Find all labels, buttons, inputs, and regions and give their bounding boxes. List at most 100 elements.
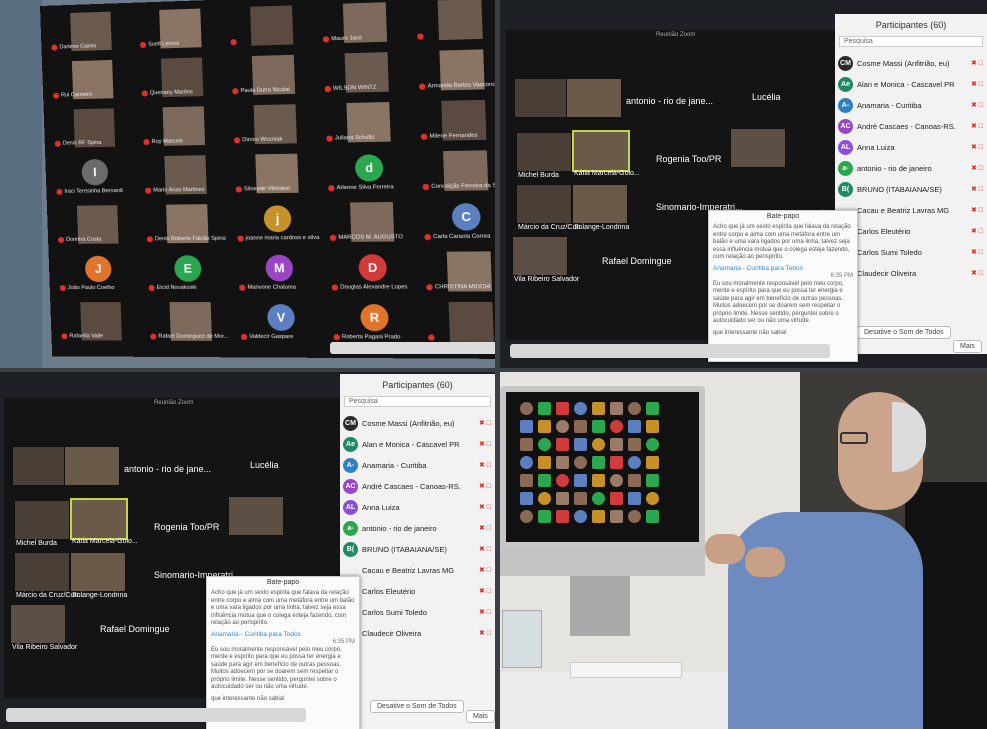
monitor-stand bbox=[570, 576, 630, 636]
muted-mic-icon[interactable]: ✖ □ bbox=[971, 227, 983, 235]
mini-video-tile bbox=[520, 510, 533, 523]
muted-mic-icon[interactable]: ✖ □ bbox=[479, 566, 491, 574]
muted-mic-icon bbox=[422, 183, 430, 191]
muted-mic-icon[interactable]: ✖ □ bbox=[479, 524, 491, 532]
participant-avatar: E bbox=[173, 255, 202, 282]
participant-row[interactable]: Ae Alan e Monica - Cascavel PR ✖ □ bbox=[340, 434, 495, 455]
more-button[interactable]: Mais bbox=[466, 710, 495, 723]
mute-all-button[interactable]: Desative o Som de Todos bbox=[370, 700, 464, 713]
mini-video-tile bbox=[574, 510, 587, 523]
participant-name: Denis RF Spina bbox=[62, 139, 102, 147]
video-tile bbox=[14, 500, 70, 540]
participant-name: Carla Caraola Correa bbox=[433, 233, 491, 241]
gallery-tile: j joanne maria cardoso e silva bbox=[236, 201, 322, 249]
gallery-tile: Darlene Caires bbox=[50, 9, 132, 58]
participant-row[interactable]: a-antonio - rio de janeiro ✖ □ bbox=[835, 158, 987, 179]
gallery-tile: Dorinha Costa bbox=[57, 203, 139, 250]
muted-mic-icon bbox=[331, 284, 339, 291]
mac-dock bbox=[510, 344, 830, 358]
muted-mic-icon[interactable]: ✖ □ bbox=[479, 419, 491, 427]
participant-row[interactable]: Carlos Sumi Toledo ✖ □ bbox=[340, 602, 495, 623]
window-title: Reunião Zoom bbox=[154, 400, 194, 406]
mute-all-button[interactable]: Desative o Som de Todos bbox=[857, 326, 951, 339]
muted-mic-icon bbox=[143, 138, 150, 146]
muted-mic-icon[interactable]: ✖ □ bbox=[479, 461, 491, 469]
muted-mic-icon[interactable]: ✖ □ bbox=[971, 248, 983, 256]
muted-mic-icon[interactable]: ✖ □ bbox=[479, 482, 491, 490]
participant-name: Armanda Bartos Vasconcelos bbox=[427, 81, 495, 90]
muted-mic-icon[interactable]: ✖ □ bbox=[971, 80, 983, 88]
participants-search-input[interactable]: Pesquisa bbox=[344, 396, 491, 407]
participant-name: antonio - rio de janeiro bbox=[362, 524, 437, 533]
muted-mic-icon bbox=[230, 39, 237, 46]
zoom-gallery-screen: Darlene Caires Suell Lemos Mauro Jacó Rui C… bbox=[40, 0, 495, 360]
participant-row[interactable]: Ae Alan e Monica - Cascavel PR ✖ □ bbox=[835, 74, 987, 95]
mini-video-tile bbox=[646, 420, 659, 433]
muted-mic-icon bbox=[139, 41, 147, 49]
tile-name: Rafael Domingue bbox=[602, 256, 672, 266]
mac-dock bbox=[330, 342, 495, 354]
participant-row[interactable]: AC André Cascaes - Canoas-RS. ✖ □ bbox=[340, 476, 495, 497]
chat-window: Bate-papo Acho que já um sexto espirita … bbox=[206, 576, 360, 729]
participant-name: André Cascaes - Canoas-RS. bbox=[362, 482, 461, 491]
participant-row[interactable]: B(BRUNO (ITABAIANA/SE) ✖ □ bbox=[835, 179, 987, 200]
participant-row[interactable]: Claudecir Oliveira ✖ □ bbox=[340, 623, 495, 644]
participant-row[interactable]: AC André Cascaes - Canoas-RS. ✖ □ bbox=[835, 116, 987, 137]
muted-mic-icon[interactable]: ✖ □ bbox=[479, 440, 491, 448]
mini-video-tile bbox=[574, 420, 587, 433]
muted-mic-icon bbox=[232, 88, 239, 95]
tile-name: antonio - rio de jane... bbox=[626, 96, 714, 106]
participant-name: Milene Fernandes bbox=[429, 132, 478, 140]
chat-title: Bate-papo bbox=[766, 213, 800, 220]
tile-name: antonio - rio de jane... bbox=[124, 464, 212, 474]
muted-mic-icon[interactable]: ✖ □ bbox=[971, 59, 983, 67]
muted-mic-icon[interactable]: ✖ □ bbox=[971, 206, 983, 214]
mini-video-tile bbox=[628, 420, 641, 433]
participant-row[interactable]: CM Cosme Massi (Anfitrião, eu) ✖ □ bbox=[340, 413, 495, 434]
mini-video-tile bbox=[556, 456, 569, 469]
participant-row[interactable]: Cacau e Beatriz Lavras MG ✖ □ bbox=[340, 560, 495, 581]
video-tile bbox=[572, 130, 630, 172]
muted-mic-icon[interactable]: ✖ □ bbox=[971, 101, 983, 109]
participant-name: CHRISTINA MIOCHI bbox=[434, 284, 491, 291]
muted-mic-icon[interactable]: ✖ □ bbox=[971, 269, 983, 277]
mini-video-tile bbox=[538, 402, 551, 415]
muted-mic-icon[interactable]: ✖ □ bbox=[971, 164, 983, 172]
muted-mic-icon[interactable]: ✖ □ bbox=[479, 608, 491, 616]
participant-avatar: AC bbox=[838, 119, 853, 134]
mini-video-tile bbox=[592, 402, 605, 415]
participant-row[interactable]: B(BRUNO (ITABAIANA/SE) ✖ □ bbox=[340, 539, 495, 560]
muted-mic-icon[interactable]: ✖ □ bbox=[971, 185, 983, 193]
participant-name: Mario Arias Martinez bbox=[153, 186, 205, 194]
muted-mic-icon bbox=[141, 90, 148, 97]
participant-row[interactable]: AL Anna Luiza ✖ □ bbox=[835, 137, 987, 158]
muted-mic-icon[interactable]: ✖ □ bbox=[479, 587, 491, 595]
participants-search-input[interactable]: Pesquisa bbox=[839, 36, 983, 47]
participant-name: Juliana Schultz bbox=[334, 134, 375, 142]
imac-monitor bbox=[500, 386, 705, 576]
muted-mic-icon bbox=[329, 234, 337, 241]
muted-mic-icon bbox=[54, 140, 61, 147]
gallery-tile: Rafaella Valle bbox=[60, 300, 142, 347]
participant-row[interactable]: CM Cosme Massi (Anfitrião, eu) ✖ □ bbox=[835, 53, 987, 74]
participant-row[interactable]: a-antonio - rio de janeiro ✖ □ bbox=[340, 518, 495, 539]
mini-video-tile bbox=[592, 510, 605, 523]
muted-mic-icon[interactable]: ✖ □ bbox=[479, 629, 491, 637]
participant-row[interactable]: AL Anna Luiza ✖ □ bbox=[340, 497, 495, 518]
participant-name: Carlos Eleutério bbox=[362, 587, 416, 596]
muted-mic-icon[interactable]: ✖ □ bbox=[479, 503, 491, 511]
muted-mic-icon[interactable]: ✖ □ bbox=[971, 143, 983, 151]
chat-message: que interessante não sabia! bbox=[713, 329, 787, 336]
participant-row[interactable]: Carlos Eleutério ✖ □ bbox=[340, 581, 495, 602]
participant-row[interactable]: A- Anamaria - Curitiba ✖ □ bbox=[835, 95, 987, 116]
video-tile bbox=[10, 604, 66, 644]
mini-video-tile bbox=[574, 402, 587, 415]
more-button[interactable]: Mais bbox=[953, 340, 982, 353]
muted-mic-icon bbox=[420, 133, 428, 140]
gallery-tile bbox=[229, 3, 315, 53]
mini-video-tile bbox=[520, 456, 533, 469]
participant-row[interactable]: A- Anamaria - Curitiba ✖ □ bbox=[340, 455, 495, 476]
muted-mic-icon bbox=[146, 236, 154, 243]
muted-mic-icon[interactable]: ✖ □ bbox=[479, 545, 491, 553]
muted-mic-icon[interactable]: ✖ □ bbox=[971, 122, 983, 130]
